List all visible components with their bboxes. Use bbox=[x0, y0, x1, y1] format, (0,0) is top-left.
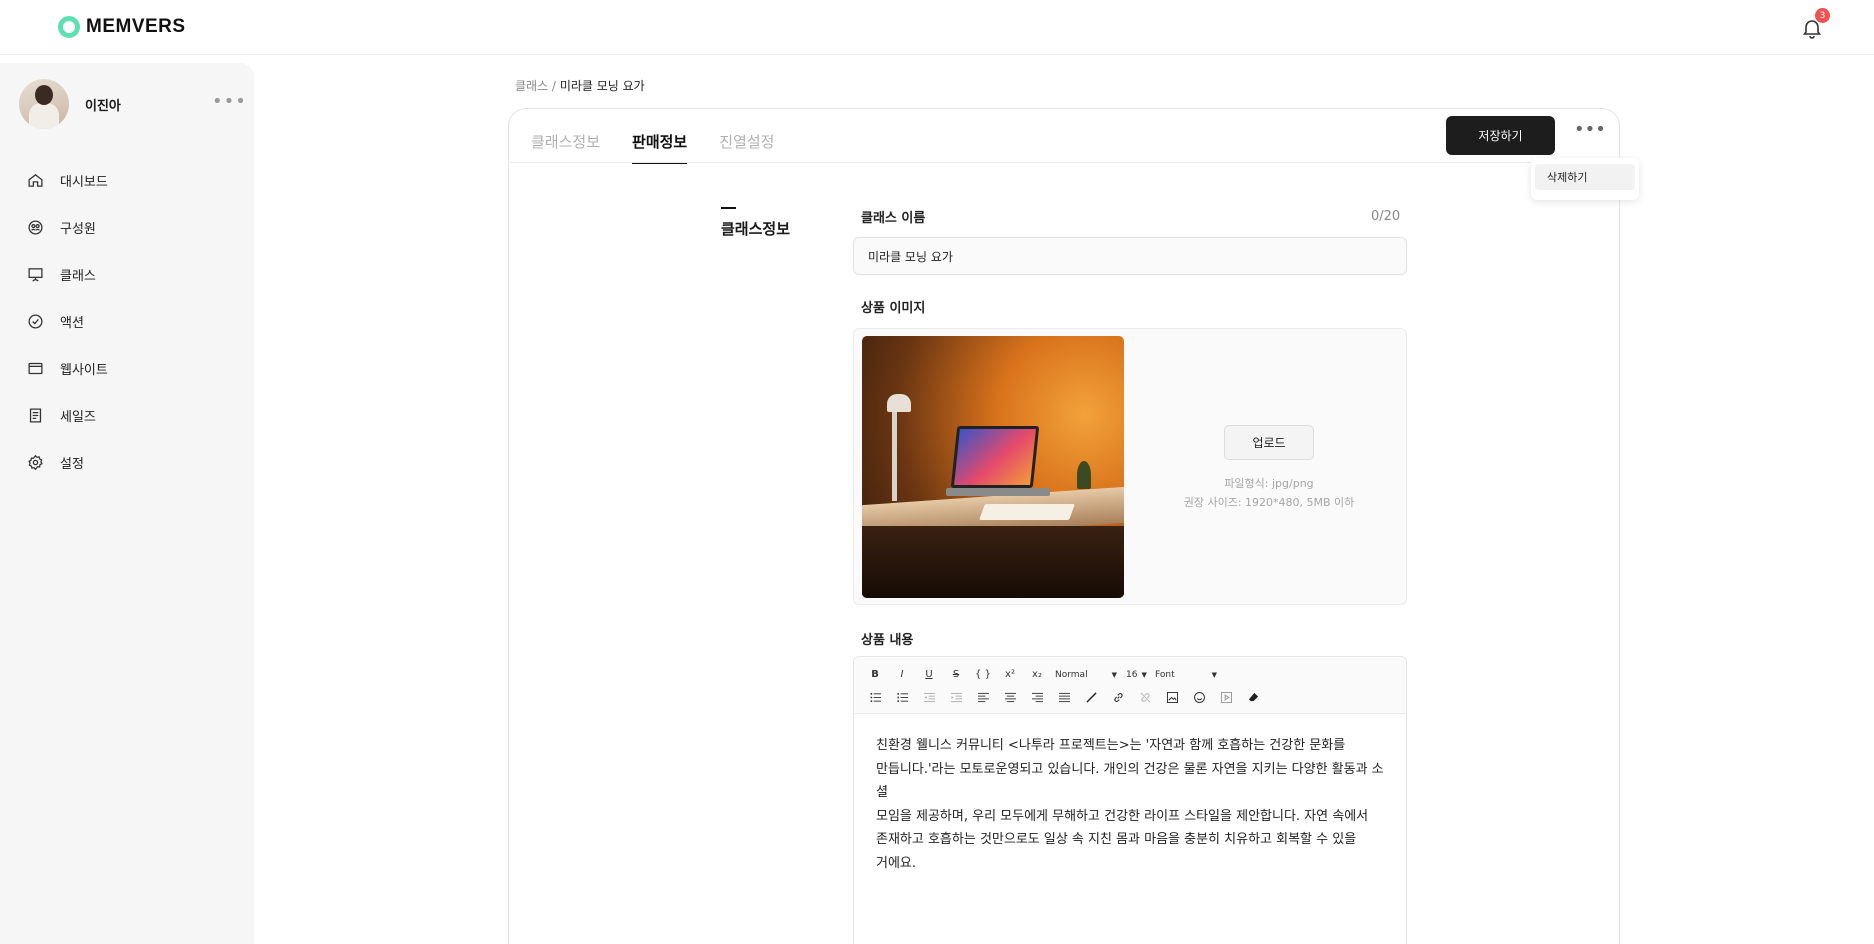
text-color-icon[interactable] bbox=[1078, 687, 1104, 708]
content-line: 친환경 웰니스 커뮤니티 <나투라 프로젝트는>는 '자연과 함께 호흡하는 건… bbox=[876, 738, 1346, 753]
sidebar-item-label: 대시보드 bbox=[60, 175, 108, 190]
notification-badge: 3 bbox=[1815, 8, 1830, 23]
image-upload-area bbox=[853, 328, 1407, 605]
format-select[interactable]: Normal ▼ bbox=[1051, 664, 1121, 685]
breadcrumb-parent[interactable]: 클래스 / bbox=[515, 79, 556, 93]
content-line: 만듭니다.'라는 모토로운영되고 있습니다. 개인의 건강은 물론 자연을 지키… bbox=[876, 761, 1384, 801]
eraser-icon[interactable] bbox=[1240, 687, 1266, 708]
ordered-list-icon[interactable] bbox=[889, 687, 915, 708]
upload-button[interactable]: 업로드 bbox=[1224, 425, 1314, 460]
bold-button[interactable]: B bbox=[862, 664, 888, 685]
sidebar-item-label: 클래스 bbox=[60, 269, 96, 284]
avatar bbox=[19, 79, 69, 129]
more-options-icon[interactable]: ••• bbox=[1574, 121, 1606, 139]
sidebar-item-label: 액션 bbox=[60, 316, 84, 331]
sidebar-item-website[interactable]: 웹사이트 bbox=[27, 345, 108, 392]
more-options-menu: 삭제하기 bbox=[1531, 158, 1639, 200]
receipt-icon bbox=[29, 408, 42, 423]
tab-divider bbox=[509, 162, 1619, 163]
format-select-value: Normal bbox=[1055, 669, 1088, 680]
sidebar-item-dashboard[interactable]: 대시보드 bbox=[27, 157, 108, 204]
browser-window-icon bbox=[28, 362, 43, 375]
content-line: 모임을 제공하며, 우리 모두에게 무해하고 건강한 라이프 스타일을 제안합니… bbox=[876, 808, 1369, 824]
underline-button[interactable]: U bbox=[916, 664, 942, 685]
sidebar-item-members[interactable]: 구성원 bbox=[27, 204, 108, 251]
profile-more-icon[interactable]: ••• bbox=[212, 93, 247, 111]
product-image bbox=[862, 336, 1124, 598]
rich-text-editor: B I U S { } x² x₂ Normal ▼ 16 ▼ Font ▼ 친… bbox=[853, 656, 1407, 944]
gear-icon bbox=[28, 454, 43, 471]
size-select-value: 16 bbox=[1126, 669, 1138, 680]
sidebar: 이진아 ••• 대시보드 구성원 클래스 액션 웹사이트 세일즈 설정 bbox=[0, 63, 254, 944]
sidebar-item-settings[interactable]: 설정 bbox=[27, 439, 108, 486]
align-left-icon[interactable] bbox=[970, 687, 996, 708]
delete-menu-item[interactable]: 삭제하기 bbox=[1535, 164, 1635, 190]
link-icon[interactable] bbox=[1105, 687, 1131, 708]
tab-class-info[interactable]: 클래스정보 bbox=[531, 131, 600, 164]
chevron-down-icon: ▼ bbox=[1211, 670, 1217, 679]
sidebar-item-label: 설정 bbox=[60, 457, 84, 472]
profile-name: 이진아 bbox=[85, 98, 121, 114]
sidebar-item-classes[interactable]: 클래스 bbox=[27, 251, 108, 298]
upload-size-hint: 권장 사이즈: 1920*480, 5MB 이하 bbox=[1183, 496, 1355, 509]
check-circle-icon bbox=[28, 314, 43, 329]
class-name-input[interactable]: 미라클 모닝 요가 bbox=[853, 237, 1407, 275]
chevron-down-icon: ▼ bbox=[1141, 670, 1147, 679]
save-button[interactable]: 저장하기 bbox=[1446, 116, 1555, 155]
breadcrumb-current: 미라클 모닝 요가 bbox=[559, 79, 645, 93]
product-content-label: 상품 내용 bbox=[861, 633, 914, 648]
align-center-icon[interactable] bbox=[997, 687, 1023, 708]
unlink-icon[interactable] bbox=[1132, 687, 1158, 708]
subscript-button[interactable]: x₂ bbox=[1024, 664, 1050, 685]
tab-sales-info[interactable]: 판매정보 bbox=[632, 131, 688, 164]
editor-toolbar: B I U S { } x² x₂ Normal ▼ 16 ▼ Font ▼ bbox=[854, 657, 1406, 714]
image-icon[interactable] bbox=[1159, 687, 1185, 708]
brand-logo[interactable]: MEMVERS bbox=[58, 16, 186, 38]
class-name-label: 클래스 이름 bbox=[861, 211, 926, 226]
content-line: 거에요. bbox=[876, 855, 917, 871]
bullet-list-icon[interactable] bbox=[862, 687, 888, 708]
tab-display-settings[interactable]: 진열설정 bbox=[719, 131, 774, 164]
chevron-down-icon: ▼ bbox=[1111, 670, 1117, 679]
upload-format-hint: 파일형식: jpg/png bbox=[1224, 477, 1314, 490]
outdent-icon[interactable] bbox=[916, 687, 942, 708]
font-select[interactable]: Font ▼ bbox=[1151, 664, 1221, 685]
strikethrough-button[interactable]: S bbox=[943, 664, 969, 685]
brand-name: MEMVERS bbox=[86, 16, 186, 37]
italic-button[interactable]: I bbox=[889, 664, 915, 685]
top-bar: MEMVERS 3 bbox=[0, 0, 1874, 55]
presentation-icon bbox=[28, 268, 43, 282]
sidebar-item-sales[interactable]: 세일즈 bbox=[27, 392, 108, 439]
size-select[interactable]: 16 ▼ bbox=[1122, 664, 1150, 685]
align-right-icon[interactable] bbox=[1024, 687, 1050, 708]
video-icon[interactable] bbox=[1213, 687, 1239, 708]
sidebar-item-label: 구성원 bbox=[60, 222, 96, 237]
product-image-label: 상품 이미지 bbox=[861, 301, 926, 316]
content-line: 존재하고 호흡하는 것만으로도 일상 속 지친 몸과 마음을 충분히 치유하고 … bbox=[876, 832, 1357, 847]
code-button[interactable]: { } bbox=[970, 664, 996, 685]
section-marker bbox=[721, 207, 736, 209]
font-select-value: Font bbox=[1155, 669, 1175, 680]
superscript-button[interactable]: x² bbox=[997, 664, 1023, 685]
user-profile[interactable]: 이진아 bbox=[19, 79, 121, 129]
members-icon bbox=[28, 220, 43, 235]
sidebar-item-label: 웹사이트 bbox=[60, 363, 108, 378]
tab-bar: 클래스정보 판매정보 진열설정 bbox=[531, 131, 774, 164]
section-title: 클래스정보 bbox=[721, 220, 791, 238]
align-justify-icon[interactable] bbox=[1051, 687, 1077, 708]
indent-icon[interactable] bbox=[943, 687, 969, 708]
editor-content[interactable]: 친환경 웰니스 커뮤니티 <나투라 프로젝트는>는 '자연과 함께 호흡하는 건… bbox=[854, 714, 1406, 895]
character-counter: 0/20 bbox=[1371, 209, 1401, 224]
home-icon bbox=[28, 174, 43, 187]
logo-ring-icon bbox=[58, 16, 80, 38]
emoji-icon[interactable] bbox=[1186, 687, 1212, 708]
sidebar-item-label: 세일즈 bbox=[60, 410, 96, 425]
sidebar-item-actions[interactable]: 액션 bbox=[27, 298, 108, 345]
breadcrumb: 클래스 / 미라클 모닝 요가 bbox=[515, 77, 645, 94]
sidebar-nav: 대시보드 구성원 클래스 액션 웹사이트 세일즈 설정 bbox=[27, 157, 108, 486]
